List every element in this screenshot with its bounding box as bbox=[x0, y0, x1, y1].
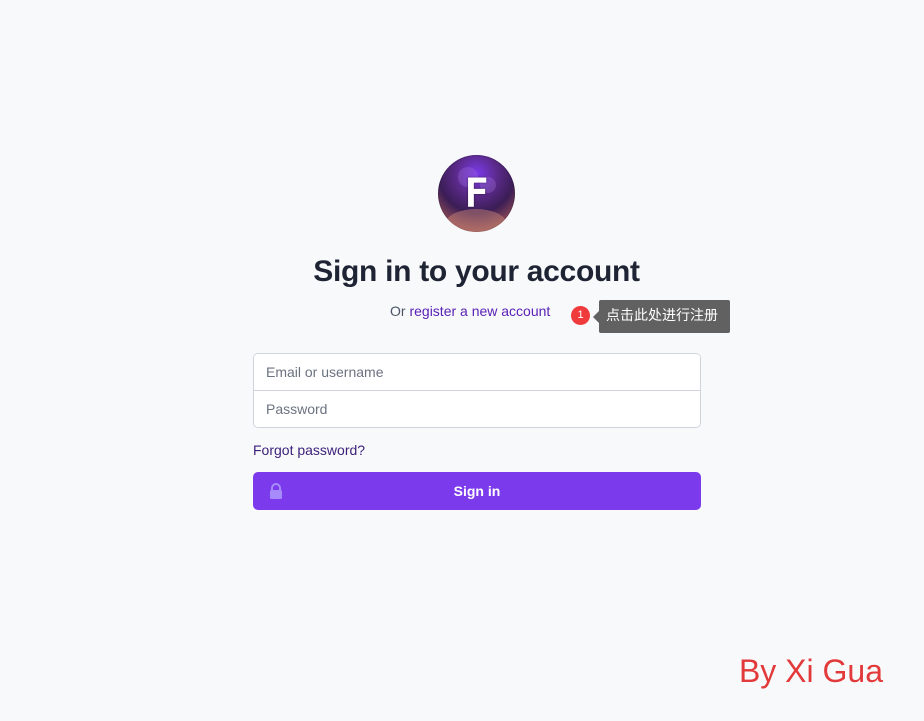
password-field[interactable] bbox=[254, 391, 700, 427]
register-link[interactable]: register a new account bbox=[409, 303, 550, 319]
step-badge: 1 bbox=[571, 306, 590, 325]
register-prompt: Or register a new account bbox=[390, 303, 550, 319]
forgot-password-link[interactable]: Forgot password? bbox=[253, 442, 365, 458]
hint-tooltip: 点击此处进行注册 bbox=[593, 300, 730, 333]
lock-icon bbox=[270, 483, 282, 499]
email-field[interactable] bbox=[254, 354, 700, 390]
author-watermark: By Xi Gua bbox=[738, 653, 883, 689]
login-fields bbox=[253, 353, 701, 428]
page-title: Sign in to your account bbox=[313, 255, 640, 288]
sign-in-button[interactable]: Sign in bbox=[253, 472, 701, 510]
or-text: Or bbox=[390, 303, 406, 319]
logo-letter: F bbox=[464, 170, 489, 217]
app-logo: F bbox=[438, 155, 515, 232]
sign-in-label: Sign in bbox=[453, 483, 501, 499]
